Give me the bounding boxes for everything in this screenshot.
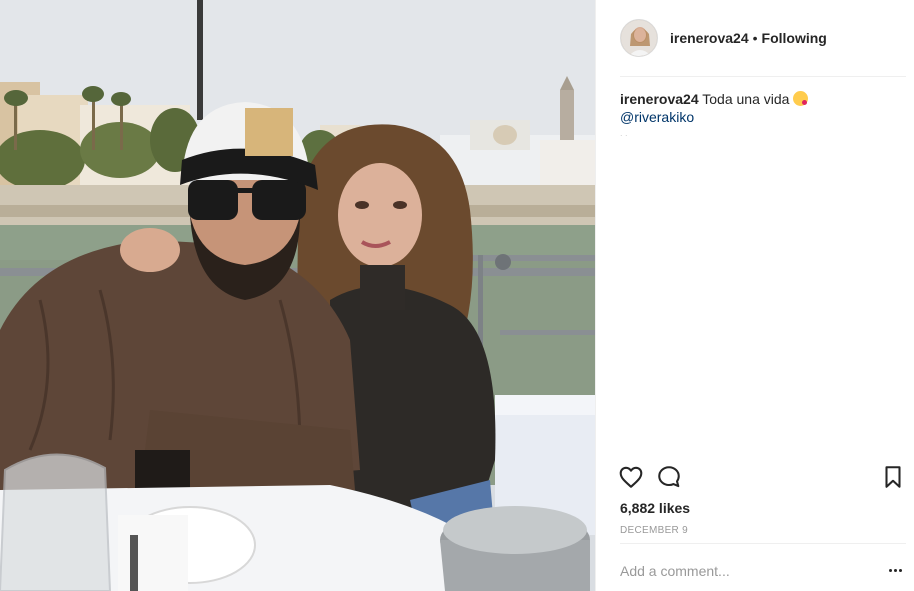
heart-icon[interactable] bbox=[618, 464, 646, 492]
header-separator: • bbox=[752, 30, 758, 46]
kissing-face-emoji-icon bbox=[793, 91, 809, 106]
caption-text: Toda una vida bbox=[702, 91, 790, 107]
post-date: DECEMBER 9 bbox=[620, 525, 689, 536]
post-header: irenerova24 • Following bbox=[596, 0, 914, 76]
post-side-panel: irenerova24 • Following irenerova24 Toda… bbox=[595, 0, 914, 591]
instagram-post: irenerova24 • Following irenerova24 Toda… bbox=[0, 0, 914, 591]
comment-divider bbox=[620, 543, 906, 544]
comment-box bbox=[620, 556, 904, 586]
post-actions bbox=[618, 464, 908, 492]
profile-avatar[interactable] bbox=[620, 19, 658, 57]
more-options-icon[interactable] bbox=[888, 564, 904, 578]
bookmark-icon[interactable] bbox=[880, 464, 908, 492]
caption-faint-line: . . bbox=[620, 128, 628, 138]
post-photo[interactable] bbox=[0, 0, 595, 591]
caption-username[interactable]: irenerova24 bbox=[620, 91, 699, 107]
comment-input[interactable] bbox=[620, 563, 870, 579]
likes-count[interactable]: 6,882 likes bbox=[620, 500, 690, 516]
post-photo-illustration bbox=[0, 0, 595, 591]
post-caption: irenerova24 Toda una vida @riverakiko . … bbox=[620, 90, 900, 138]
header-divider bbox=[620, 76, 906, 77]
following-button[interactable]: Following bbox=[762, 30, 827, 46]
comment-icon[interactable] bbox=[656, 464, 684, 492]
caption-mention-link[interactable]: @riverakiko bbox=[620, 108, 900, 126]
avatar-image bbox=[621, 20, 657, 56]
header-username[interactable]: irenerova24 bbox=[670, 30, 749, 46]
